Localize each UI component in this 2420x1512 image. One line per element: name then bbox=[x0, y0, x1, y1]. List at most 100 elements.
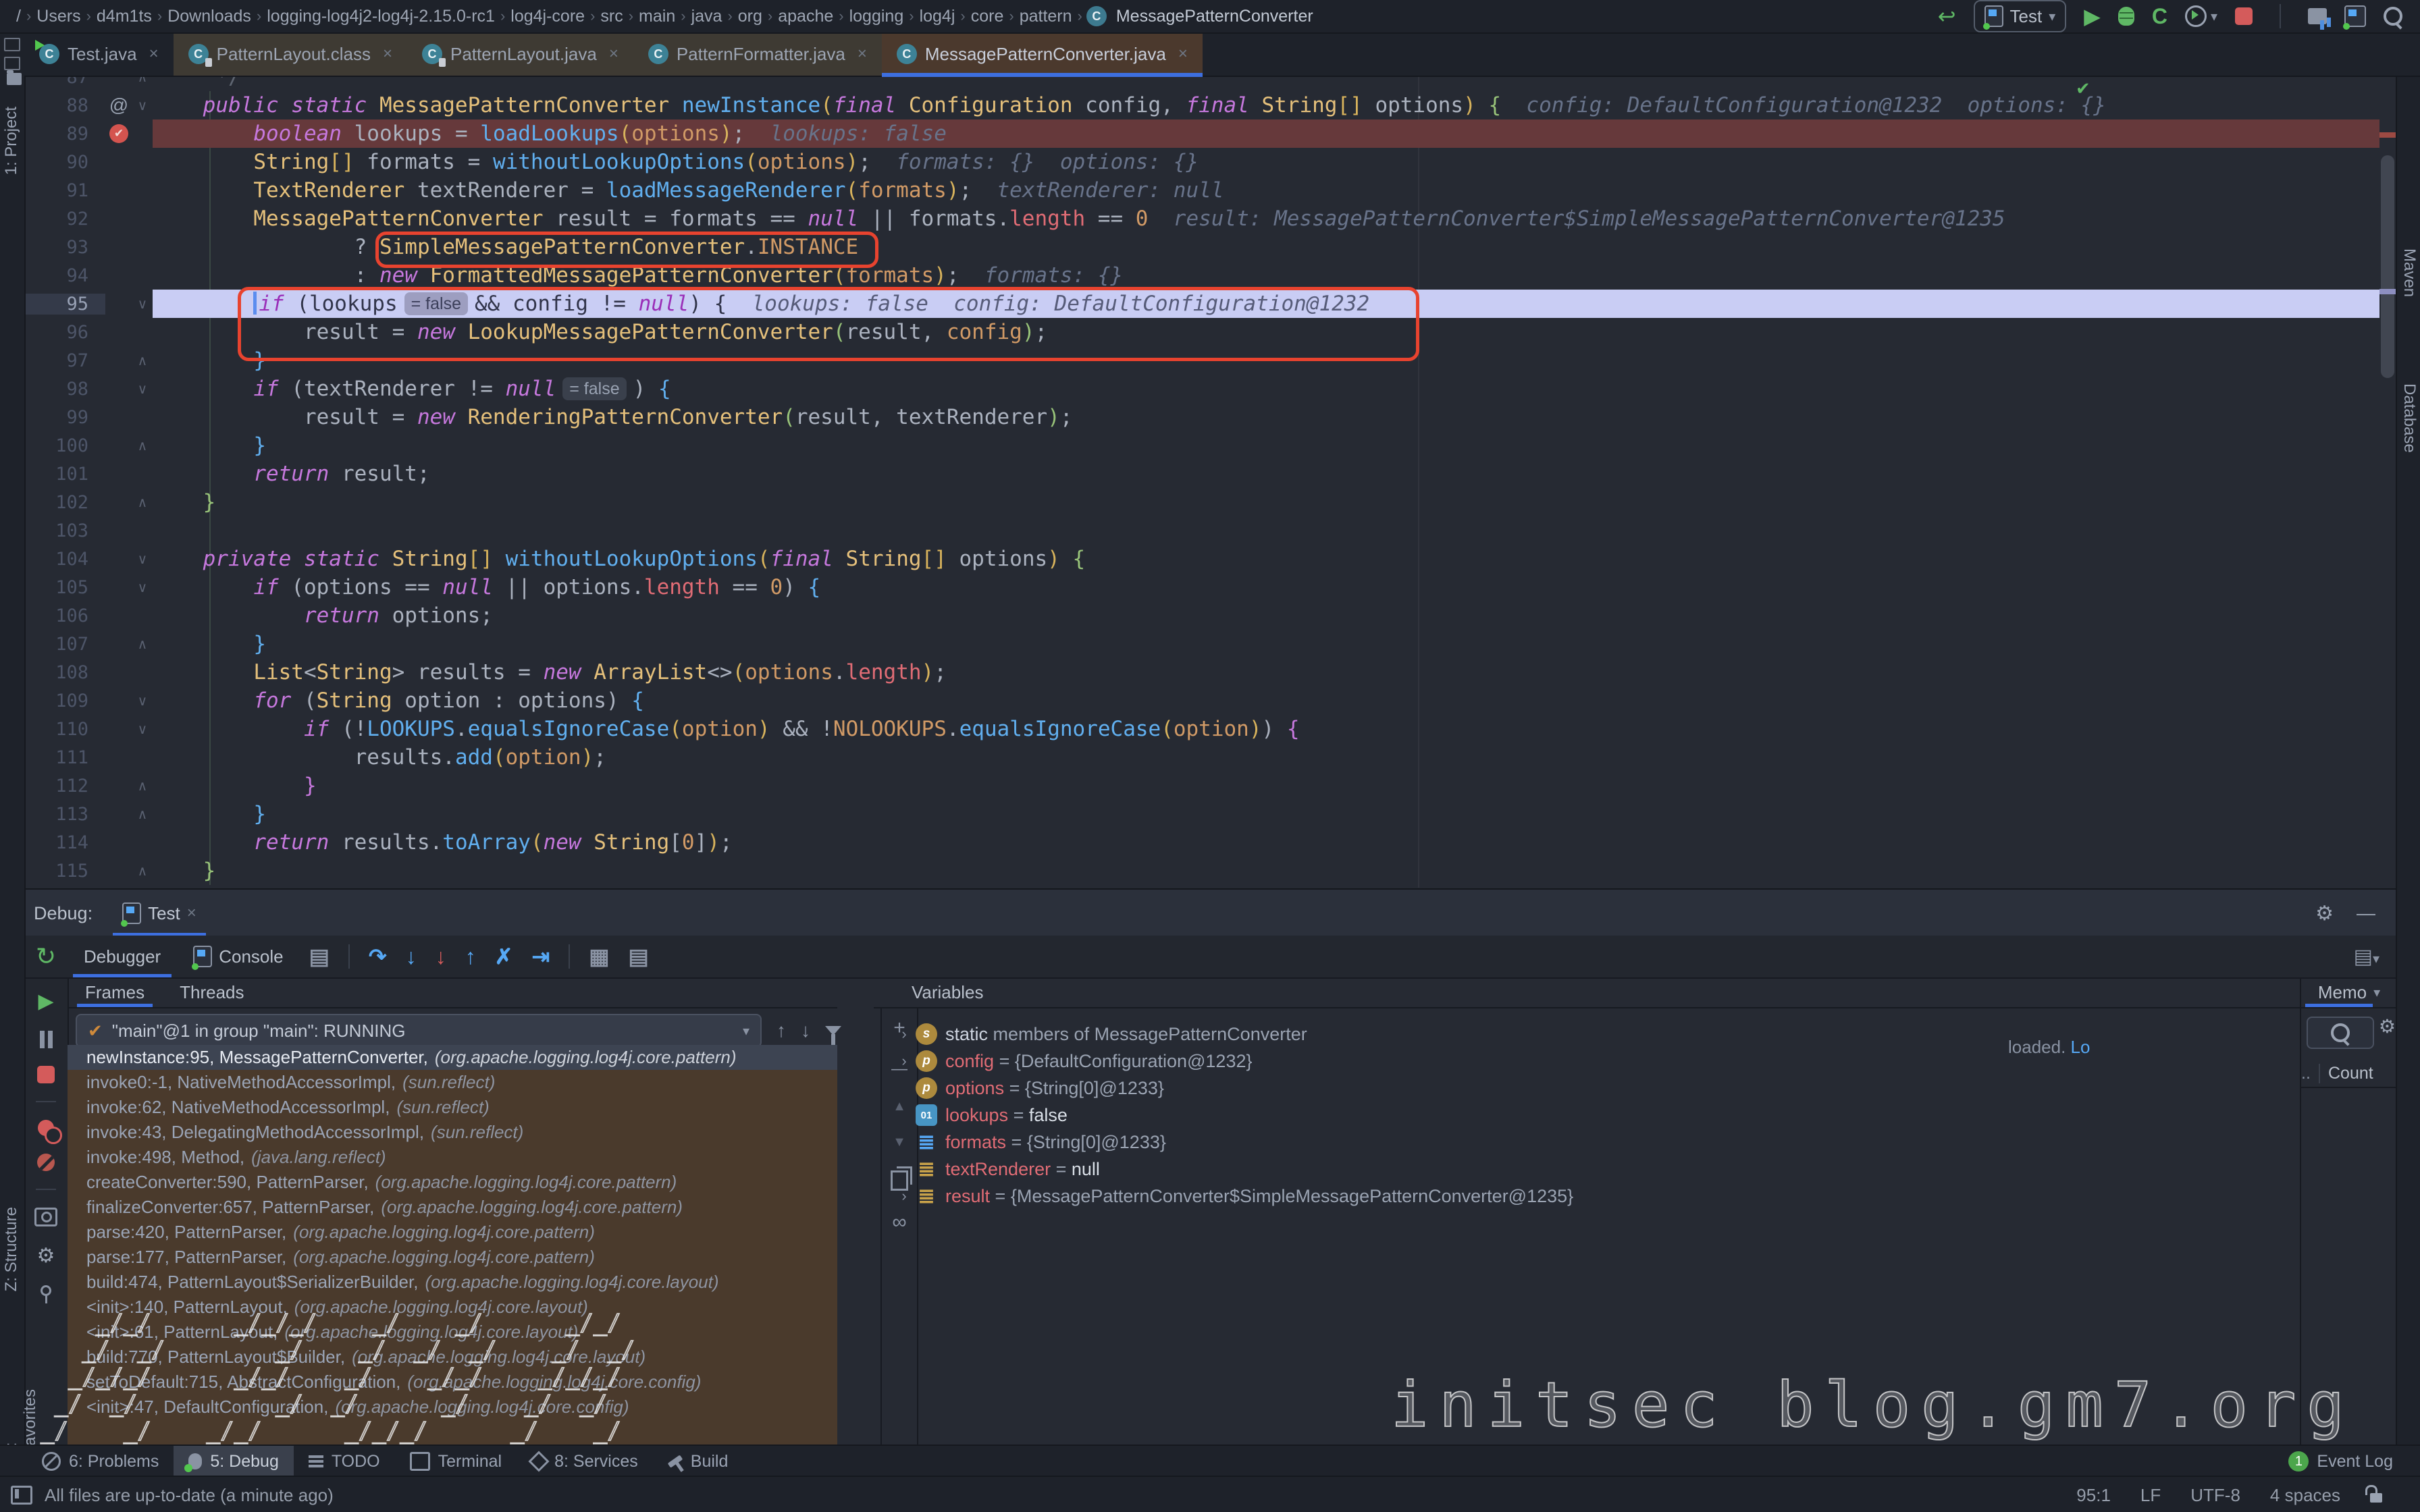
toolwindow-button-services[interactable]: 8: Services bbox=[517, 1446, 653, 1477]
breadcrumb-item[interactable]: main bbox=[635, 7, 679, 26]
expand-arrow-icon[interactable]: › bbox=[893, 1187, 916, 1205]
tab-threads[interactable]: Threads bbox=[162, 977, 261, 1007]
restore-layout-icon[interactable]: ▤▾ bbox=[2354, 945, 2396, 969]
editor-tab[interactable]: CPatternLayout.class× bbox=[174, 32, 407, 76]
caret-position[interactable]: 95:1 bbox=[2076, 1485, 2111, 1506]
stack-frame[interactable]: setToDefault:715, AbstractConfiguration,… bbox=[68, 1370, 837, 1395]
resume-icon[interactable]: ▶ bbox=[38, 990, 53, 1013]
coverage-button[interactable]: C bbox=[2152, 5, 2167, 27]
step-into-icon[interactable]: ↓ bbox=[396, 944, 426, 969]
line-number[interactable]: 92 bbox=[24, 209, 105, 230]
code-line[interactable]: 113∧ } bbox=[24, 800, 2379, 828]
code-line[interactable]: 107∧ } bbox=[24, 630, 2379, 658]
line-number[interactable]: 105 bbox=[24, 577, 105, 598]
breadcrumb-item[interactable]: d4m1ts bbox=[93, 7, 156, 26]
line-number[interactable]: 96 bbox=[24, 322, 105, 343]
line-ending[interactable]: LF bbox=[2140, 1485, 2161, 1506]
pause-icon[interactable] bbox=[40, 1031, 53, 1048]
expand-arrow-icon[interactable]: › bbox=[893, 1025, 916, 1043]
code-line[interactable]: 88@∨ public static MessagePatternConvert… bbox=[24, 91, 2379, 119]
breadcrumb-item[interactable]: log4j bbox=[916, 7, 959, 26]
code-line[interactable]: 101 return result; bbox=[24, 460, 2379, 488]
fold-marker[interactable]: ∨ bbox=[132, 721, 153, 738]
editor-tab[interactable]: CPatternFormatter.java× bbox=[633, 32, 882, 76]
stack-frame[interactable]: invoke0:-1, NativeMethodAccessorImpl,(su… bbox=[68, 1070, 837, 1095]
tool-stripe-database[interactable]: Database bbox=[2400, 383, 2419, 453]
thread-dump-icon[interactable] bbox=[34, 1208, 57, 1226]
tab-memory[interactable]: Memo ▾ bbox=[2301, 977, 2397, 1008]
tool-stripe-maven[interactable]: Maven bbox=[2400, 248, 2419, 297]
line-number[interactable]: 106 bbox=[24, 605, 105, 626]
fold-marker[interactable]: ∧ bbox=[132, 778, 153, 794]
toolwindow-button-problems[interactable]: 6: Problems bbox=[27, 1446, 174, 1477]
variable-row[interactable]: 01lookups = false bbox=[893, 1102, 2300, 1129]
memory-search-input[interactable] bbox=[2307, 1017, 2374, 1049]
fold-marker[interactable]: ∧ bbox=[132, 494, 153, 511]
variable-row[interactable]: poptions = {String[0]@1233} bbox=[893, 1075, 2300, 1102]
breadcrumb-item[interactable]: Downloads bbox=[163, 7, 255, 26]
line-number[interactable]: 107 bbox=[24, 634, 105, 655]
breadcrumb-item[interactable]: org bbox=[734, 7, 766, 26]
breadcrumb-item[interactable]: log4j-core bbox=[506, 7, 589, 26]
code-line[interactable]: 98∨ if (textRenderer != null= false) { bbox=[24, 375, 2379, 403]
tool-stripe-project[interactable]: 1: Project bbox=[2, 107, 21, 175]
variable-row[interactable]: ≣formats = {String[0]@1233} bbox=[893, 1129, 2300, 1156]
code-line[interactable]: 110∨ if (!LOOKUPS.equalsIgnoreCase(optio… bbox=[24, 715, 2379, 743]
tab-console[interactable]: Console bbox=[177, 936, 299, 977]
toolwindow-button-terminal[interactable]: Terminal bbox=[395, 1446, 517, 1477]
code-line[interactable]: 97∧ } bbox=[24, 346, 2379, 375]
editor-tab[interactable]: CMessagePatternConverter.java× bbox=[882, 32, 1203, 76]
line-number[interactable]: 114 bbox=[24, 832, 105, 853]
code-line[interactable]: 109∨ for (String option : options) { bbox=[24, 686, 2379, 715]
breadcrumb-item[interactable]: MessagePatternConverter bbox=[1112, 7, 1317, 26]
close-icon[interactable]: × bbox=[1178, 45, 1188, 63]
line-number[interactable]: 95 bbox=[24, 294, 105, 315]
editor-tab[interactable]: CTest.java× bbox=[24, 32, 174, 76]
editor-tab-options[interactable] bbox=[0, 32, 24, 81]
run-button[interactable]: ▶ bbox=[2084, 5, 2101, 27]
rerun-icon[interactable]: ↻ bbox=[24, 942, 68, 971]
code-line[interactable]: 115∧ } bbox=[24, 857, 2379, 885]
breadcrumb-item[interactable]: pattern bbox=[1016, 7, 1076, 26]
code-line[interactable]: 99 result = new RenderingPatternConverte… bbox=[24, 403, 2379, 431]
fold-marker[interactable]: ∨ bbox=[132, 296, 153, 313]
fold-marker[interactable]: ∨ bbox=[132, 693, 153, 709]
stack-frame[interactable]: finalizeConverter:657, PatternParser,(or… bbox=[68, 1195, 837, 1220]
code-line[interactable]: 94 : new FormattedMessagePatternConverte… bbox=[24, 261, 2379, 290]
project-structure-icon[interactable] bbox=[2308, 8, 2327, 24]
fold-marker[interactable]: ∨ bbox=[132, 551, 153, 568]
expand-arrow-icon[interactable]: › bbox=[893, 1052, 916, 1070]
code-line[interactable]: 108 List<String> results = new ArrayList… bbox=[24, 658, 2379, 686]
code-line[interactable]: 100∧ } bbox=[24, 431, 2379, 460]
force-step-into-icon[interactable]: ↓ bbox=[426, 944, 456, 969]
line-number[interactable]: 97 bbox=[24, 350, 105, 371]
stop-icon[interactable] bbox=[37, 1066, 55, 1083]
line-number[interactable]: 110 bbox=[24, 719, 105, 740]
line-number[interactable]: 98 bbox=[24, 379, 105, 400]
status-panel-icon[interactable] bbox=[11, 1486, 32, 1505]
error-stripe-mark[interactable] bbox=[2379, 132, 2396, 138]
lock-icon[interactable] bbox=[2370, 1493, 2382, 1503]
fold-marker[interactable]: ∨ bbox=[132, 579, 153, 596]
toolwindow-button-build[interactable]: Build bbox=[653, 1446, 743, 1477]
mute-breakpoints-icon[interactable] bbox=[37, 1154, 55, 1171]
encoding[interactable]: UTF-8 bbox=[2190, 1485, 2240, 1506]
line-number[interactable]: 90 bbox=[24, 152, 105, 173]
stack-frame[interactable]: newInstance:95, MessagePatternConverter,… bbox=[68, 1045, 837, 1070]
fold-marker[interactable]: ∧ bbox=[132, 636, 153, 653]
breadcrumb-item[interactable]: logging-log4j2-log4j-2.15.0-rc1 bbox=[263, 7, 499, 26]
stack-frame[interactable]: invoke:62, NativeMethodAccessorImpl,(sun… bbox=[68, 1095, 837, 1120]
step-out-icon[interactable]: ↑ bbox=[456, 944, 485, 969]
event-log[interactable]: 1 Event Log bbox=[2288, 1451, 2420, 1472]
gutter-icon[interactable]: ✔ bbox=[105, 124, 132, 143]
breakpoint-icon[interactable]: ✔ bbox=[109, 124, 128, 143]
line-number[interactable]: 115 bbox=[24, 861, 105, 882]
stack-frame[interactable]: <init>:47, DefaultConfiguration,(org.apa… bbox=[68, 1395, 837, 1420]
stack-frame[interactable]: invoke:498, Method,(java.lang.reflect) bbox=[68, 1145, 837, 1170]
breadcrumb-item[interactable]: logging bbox=[845, 7, 908, 26]
tool-stripe-structure[interactable]: Z: Structure bbox=[2, 1207, 21, 1291]
layout-icon[interactable]: ▤ bbox=[300, 944, 339, 969]
memory-settings-icon[interactable]: ⚙ bbox=[2379, 1015, 2396, 1037]
gutter-icon[interactable]: @ bbox=[105, 94, 132, 116]
code-editor[interactable]: 87∧ */88@∨ public static MessagePatternC… bbox=[24, 63, 2379, 888]
